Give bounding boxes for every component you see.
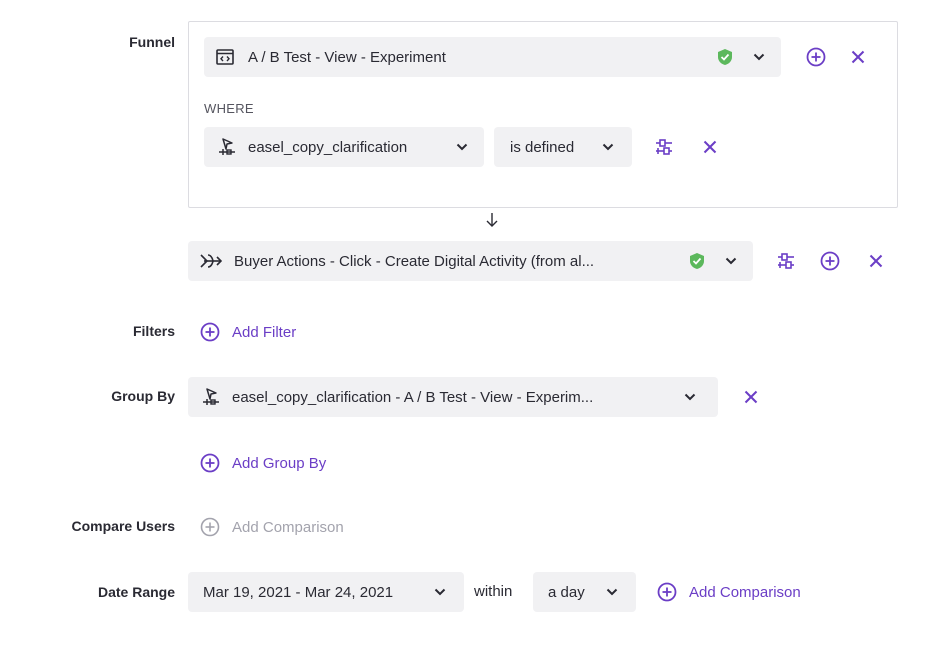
add-filter-button[interactable]: Add Filter xyxy=(200,322,296,342)
chevron-down-icon xyxy=(682,389,698,405)
add-group-by-button[interactable]: Add Group By xyxy=(200,453,326,473)
conversion-window-value: a day xyxy=(548,583,585,601)
add-user-comparison-label: Add Comparison xyxy=(232,518,344,536)
group-by-label: Group By xyxy=(111,388,175,404)
close-icon xyxy=(869,254,883,268)
add-step-button[interactable] xyxy=(804,45,828,69)
close-icon xyxy=(851,50,865,64)
verified-shield-icon xyxy=(689,252,705,270)
where-property-select[interactable]: easel_copy_clarification xyxy=(204,127,484,167)
funnel-step-1-select[interactable]: A / B Test - View - Experiment xyxy=(204,37,781,77)
step-2-filter-button[interactable] xyxy=(774,249,798,273)
plus-circle-icon xyxy=(806,47,826,67)
funnel-label: Funnel xyxy=(129,34,175,50)
filters-label: Filters xyxy=(132,323,175,339)
remove-step-2-button[interactable] xyxy=(864,249,888,273)
funnel-step-1-event: A / B Test - View - Experiment xyxy=(248,48,446,66)
verified-shield-icon xyxy=(717,48,733,66)
chevron-down-icon xyxy=(600,139,616,155)
add-date-comparison-label: Add Comparison xyxy=(689,583,801,601)
plus-circle-icon xyxy=(200,322,220,342)
chevron-down-icon xyxy=(454,139,470,155)
close-icon xyxy=(744,390,758,404)
close-icon xyxy=(703,140,717,154)
add-user-comparison-button[interactable]: Add Comparison xyxy=(200,517,344,537)
add-date-comparison-button[interactable]: Add Comparison xyxy=(657,582,801,602)
compare-users-label: Compare Users xyxy=(71,518,176,534)
property-filter-button[interactable] xyxy=(652,135,676,159)
where-property-name: easel_copy_clarification xyxy=(248,138,408,156)
date-range-value: Mar 19, 2021 - Mar 24, 2021 xyxy=(203,583,394,601)
chevron-down-icon xyxy=(432,584,448,600)
funnel-step-2-select[interactable]: Buyer Actions - Click - Create Digital A… xyxy=(188,241,753,281)
sliders-icon xyxy=(778,253,794,269)
arrow-down-icon xyxy=(485,212,499,233)
chevron-down-icon xyxy=(723,253,739,269)
date-range-label: Date Range xyxy=(97,584,175,600)
where-operator-value: is defined xyxy=(510,138,575,156)
property-icon xyxy=(202,387,220,407)
conversion-window-select[interactable]: a day xyxy=(533,572,636,612)
add-group-by-label: Add Group By xyxy=(232,454,327,472)
group-by-select[interactable]: easel_copy_clarification - A / B Test - … xyxy=(188,377,718,417)
where-operator-select[interactable]: is defined xyxy=(494,127,632,167)
plus-circle-icon xyxy=(657,582,677,602)
plus-circle-icon xyxy=(820,251,840,271)
page-view-icon xyxy=(216,49,234,65)
where-label: WHERE xyxy=(204,101,254,116)
property-icon xyxy=(218,137,236,157)
add-filter-label: Add Filter xyxy=(232,323,297,341)
click-arrow-icon xyxy=(200,253,222,269)
within-label: within xyxy=(474,583,513,600)
chevron-down-icon xyxy=(751,49,767,65)
add-step-2-button[interactable] xyxy=(818,249,842,273)
sliders-icon xyxy=(656,139,672,155)
remove-step-1-button[interactable] xyxy=(846,45,870,69)
remove-where-button[interactable] xyxy=(698,135,722,159)
remove-group-by-button[interactable] xyxy=(739,385,763,409)
date-range-select[interactable]: Mar 19, 2021 - Mar 24, 2021 xyxy=(188,572,464,612)
group-by-value: easel_copy_clarification - A / B Test - … xyxy=(232,388,594,406)
plus-circle-icon xyxy=(200,517,220,537)
funnel-step-2-event: Buyer Actions - Click - Create Digital A… xyxy=(234,252,595,270)
plus-circle-icon xyxy=(200,453,220,473)
chevron-down-icon xyxy=(604,584,620,600)
